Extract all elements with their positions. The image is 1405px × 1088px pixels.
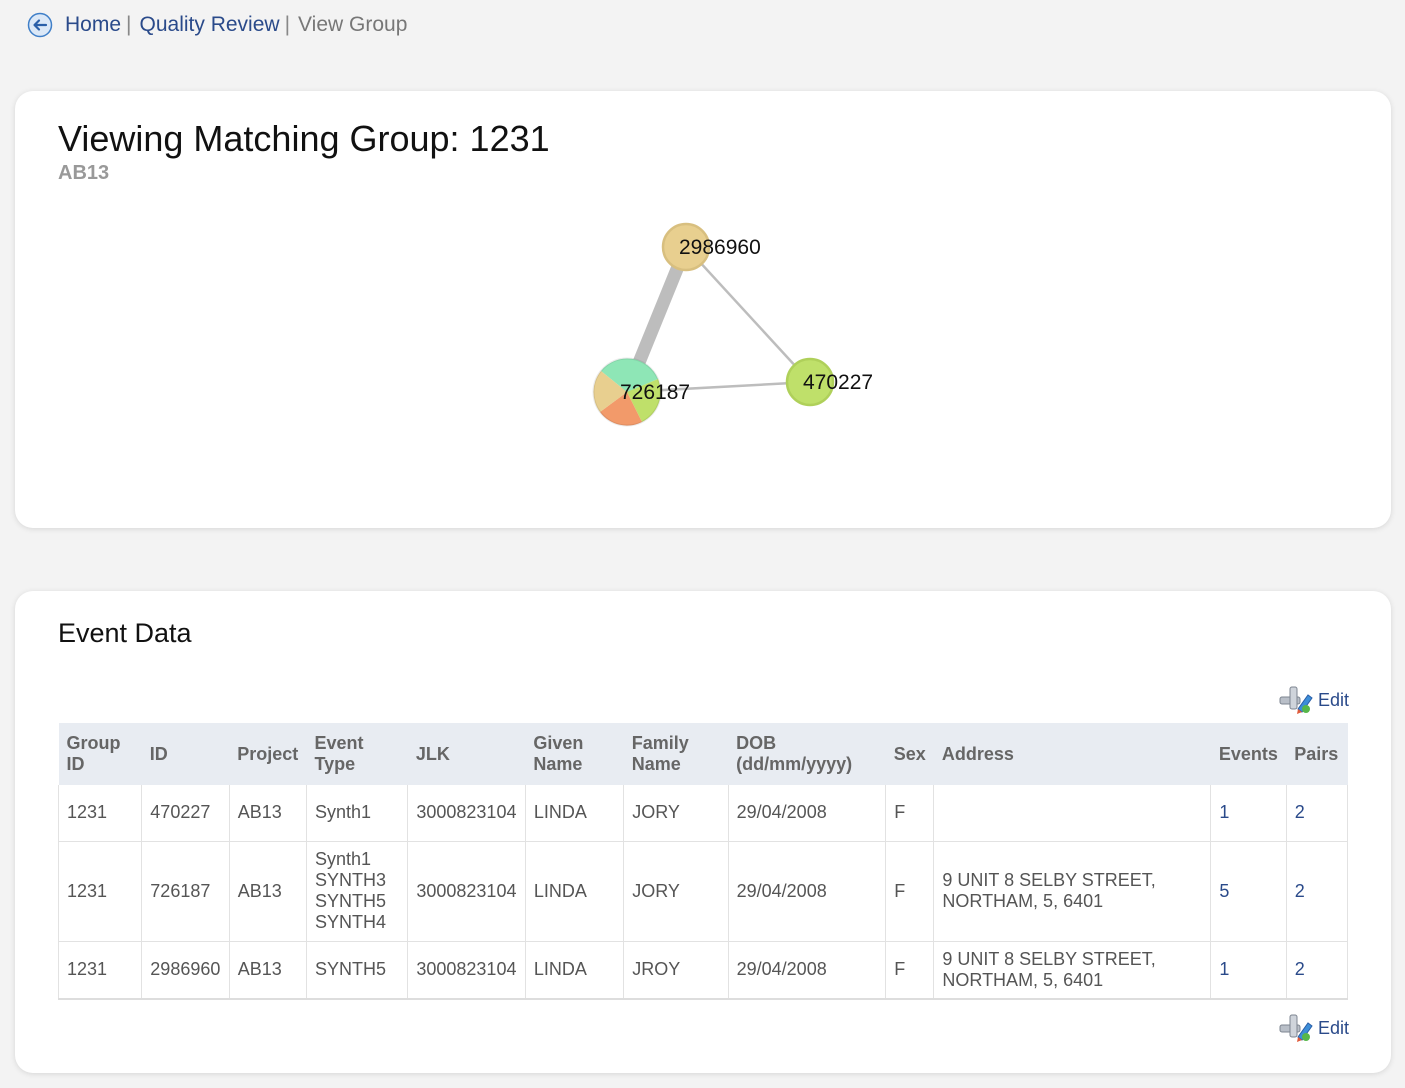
column-header-pairs[interactable]: Pairs (1286, 723, 1348, 785)
events-count-link[interactable]: 5 (1219, 881, 1229, 901)
cell-address (933, 785, 1212, 842)
cell-events: 5 (1210, 841, 1287, 942)
event-type-value: SYNTH5 (315, 891, 387, 911)
table-row: 1231 470227 AB13 Synth1 3000823104 LINDA… (57, 785, 1349, 842)
graph-node-label: 470227 (803, 371, 873, 394)
group-graph: 2986960 726187 470227 (592, 222, 873, 427)
edit-label: Edit (1317, 689, 1349, 710)
cell-dob: 29/04/2008 (728, 841, 887, 942)
graph-node[interactable]: 470227 (785, 357, 873, 407)
cell-event-type: Synth1 SYNTH3 SYNTH5 SYNTH4 (306, 841, 409, 942)
cell-event-type: SYNTH5 (306, 941, 409, 1000)
cell-sex: F (885, 785, 935, 842)
cell-event-type: Synth1 (306, 785, 409, 842)
graph-node[interactable]: 2986960 (661, 222, 761, 272)
graph-node[interactable]: 726187 (592, 357, 690, 427)
pairs-count-link[interactable]: 2 (1295, 959, 1305, 979)
pairs-count-link[interactable]: 2 (1295, 802, 1305, 822)
edit-button[interactable]: Edit (1278, 683, 1349, 717)
edit-tool-icon (1279, 1014, 1313, 1042)
cell-pairs: 2 (1286, 941, 1349, 1000)
cell-group-id: 1231 (57, 841, 143, 942)
event-type-value: Synth1 (315, 802, 372, 823)
cell-given-name: LINDA (525, 785, 625, 842)
table-row: 1231 2986960 AB13 SYNTH5 3000823104 LIND… (57, 941, 1349, 1000)
cell-family-name: JORY (623, 841, 729, 942)
cell-address: 9 UNIT 8 SELBY STREET, NORTHAM, 5, 6401 (933, 941, 1212, 1000)
event-type-value: SYNTH4 (315, 912, 387, 932)
cell-jlk: 3000823104 (407, 941, 526, 1000)
column-header-jlk[interactable]: JLK (407, 723, 526, 785)
cell-jlk: 3000823104 (407, 785, 526, 842)
cell-project: AB13 (229, 841, 308, 942)
column-header-events[interactable]: Events (1210, 723, 1287, 785)
column-header-address[interactable]: Address (933, 723, 1211, 785)
column-header-event-type[interactable]: Event Type (306, 723, 408, 785)
address-line: 9 UNIT 8 SELBY STREET, (942, 870, 1156, 890)
cell-dob: 29/04/2008 (728, 941, 887, 1000)
cell-jlk: 3000823104 (407, 841, 526, 942)
cell-events: 1 (1210, 941, 1287, 1000)
section-title: Event Data (58, 618, 192, 648)
event-type-value: Synth1 (315, 849, 372, 869)
cell-id: 726187 (141, 841, 230, 942)
cell-address: 9 UNIT 8 SELBY STREET, NORTHAM, 5, 6401 (933, 841, 1212, 942)
cell-project: AB13 (229, 941, 308, 1000)
cell-group-id: 1231 (57, 941, 143, 1000)
cell-pairs: 2 (1286, 841, 1349, 942)
column-header-sex[interactable]: Sex (885, 723, 934, 785)
cell-given-name: LINDA (525, 941, 625, 1000)
cell-pairs: 2 (1286, 785, 1349, 842)
column-header-given-name[interactable]: Given Name (525, 723, 624, 785)
event-type-value: SYNTH3 (315, 870, 387, 890)
event-type-value: SYNTH5 (315, 959, 387, 980)
event-data-table: Group ID ID Project Event Type JLK Given… (57, 723, 1349, 1000)
column-header-project[interactable]: Project (229, 723, 307, 785)
cell-family-name: JORY (623, 785, 729, 842)
back-arrow-icon[interactable] (27, 12, 53, 38)
address-line: 9 UNIT 8 SELBY STREET, (942, 948, 1156, 969)
cell-sex: F (885, 941, 935, 1000)
cell-project: AB13 (229, 785, 308, 842)
breadcrumb-separator: | (284, 13, 291, 36)
breadcrumb-separator: | (126, 13, 132, 36)
cell-family-name: JROY (623, 941, 729, 1000)
pairs-count-link[interactable]: 2 (1295, 881, 1305, 901)
cell-dob: 29/04/2008 (728, 785, 887, 842)
cell-id: 2986960 (141, 941, 230, 1000)
graph-edge (685, 246, 811, 383)
graph-node-label: 2986960 (679, 236, 761, 259)
cell-group-id: 1231 (57, 785, 143, 842)
edit-label: Edit (1317, 1017, 1349, 1038)
event-data-card: Event Data Edit Group ID ID Project Even… (15, 591, 1391, 1073)
breadcrumb-home-link[interactable]: Home (65, 10, 121, 40)
edit-button[interactable]: Edit (1278, 1011, 1349, 1045)
address-line: NORTHAM, 5, 6401 (942, 969, 1104, 990)
matching-group-card: Viewing Matching Group: 1231 AB13 298696… (15, 91, 1391, 528)
column-header-group-id[interactable]: Group ID (58, 723, 142, 785)
column-header-dob[interactable]: DOB (dd/mm/yyyy) (728, 723, 886, 785)
events-count-link[interactable]: 1 (1219, 959, 1229, 979)
breadcrumb-current: View Group (298, 13, 408, 36)
column-header-id[interactable]: ID (141, 723, 230, 785)
table-header-row: Group ID ID Project Event Type JLK Given… (58, 723, 1348, 785)
breadcrumb: Home | Quality Review | View Group (27, 10, 407, 40)
events-count-link[interactable]: 1 (1219, 802, 1229, 822)
column-header-family-name[interactable]: Family Name (623, 723, 729, 785)
cell-events: 1 (1210, 785, 1287, 842)
graph-node-label: 726187 (620, 381, 690, 404)
cell-sex: F (885, 841, 935, 942)
cell-given-name: LINDA (525, 841, 625, 942)
cell-id: 470227 (141, 785, 230, 842)
table-row: 1231 726187 AB13 Synth1 SYNTH3 SYNTH5 SY… (57, 841, 1349, 942)
address-line: NORTHAM, 5, 6401 (942, 891, 1104, 911)
edit-tool-icon (1279, 686, 1313, 714)
breadcrumb-quality-review-link[interactable]: Quality Review (140, 10, 280, 40)
